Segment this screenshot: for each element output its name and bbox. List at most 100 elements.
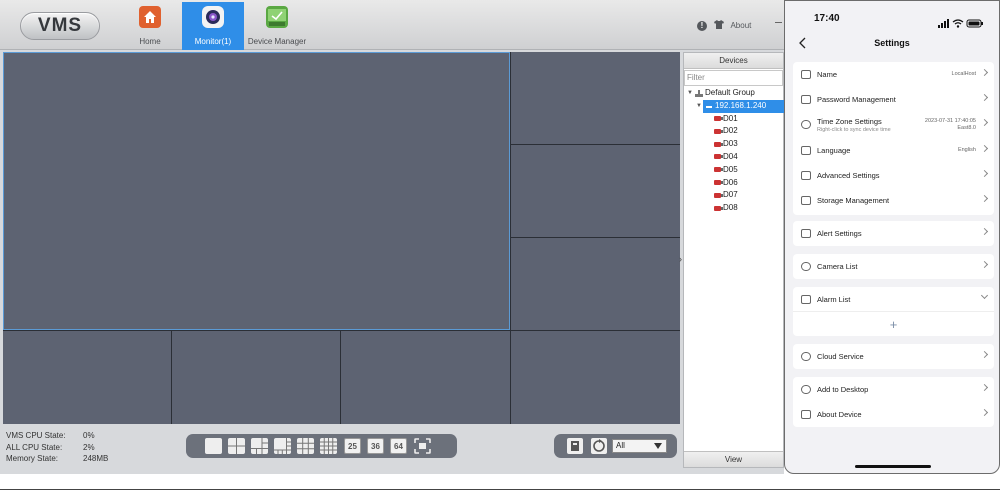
nav-home-label: Home <box>139 37 161 46</box>
home-icon <box>139 6 161 28</box>
video-tile[interactable] <box>3 331 171 424</box>
stat-row: VMS CPU State: 0% <box>6 431 95 440</box>
chevron-down-icon <box>980 291 989 300</box>
refresh-icon[interactable] <box>591 438 607 454</box>
nav-monitor-label: Monitor(1) <box>194 37 232 46</box>
tree-channel[interactable]: D08 <box>684 202 784 215</box>
chevron-right-icon <box>980 194 989 203</box>
video-tile[interactable] <box>511 145 680 237</box>
chevron-right-icon <box>980 383 989 392</box>
tree-channel[interactable]: D06 <box>684 177 784 190</box>
minimize-icon[interactable] <box>775 22 782 23</box>
tree-channel[interactable]: D02 <box>684 125 784 138</box>
layout-4-button[interactable] <box>228 438 245 454</box>
page-title: Settings <box>874 38 910 48</box>
setting-camera-list[interactable]: Camera List <box>793 254 994 279</box>
clock-icon <box>801 120 811 129</box>
screen: VMS Home Monitor(1) Device Manager ! Abo… <box>0 0 1000 493</box>
top-toolbar: VMS Home Monitor(1) Device Manager ! Abo… <box>0 0 784 50</box>
cloud-icon <box>801 352 811 361</box>
setting-alert[interactable]: Alert Settings <box>793 221 994 246</box>
setting-time-zone[interactable]: Time Zone Settings Right-click to sync d… <box>793 112 994 138</box>
wifi-icon <box>952 19 964 28</box>
edit-icon <box>801 70 811 79</box>
setting-alarm-list[interactable]: Alarm List <box>793 287 994 312</box>
vms-logo: VMS <box>20 12 100 40</box>
sliders-icon <box>801 171 811 180</box>
settings-card-general: Name LocalHost Password Management Time … <box>793 62 994 215</box>
layout-64-button[interactable]: 64 <box>390 438 407 454</box>
expand-icon[interactable]: ▼ <box>696 100 702 113</box>
video-tile-main[interactable] <box>3 52 510 330</box>
alert-image-icon <box>801 229 811 238</box>
shirt-icon <box>714 20 725 31</box>
chevron-right-icon <box>980 260 989 269</box>
desktop-add-icon <box>801 385 811 394</box>
camera-icon <box>714 192 723 198</box>
devices-panel-title: Devices <box>684 53 783 69</box>
nav-bar: Settings <box>785 31 999 55</box>
layout-8-button[interactable] <box>274 438 291 454</box>
video-tile[interactable] <box>511 52 680 144</box>
system-stats: VMS CPU State: 0% ALL CPU State: 2% Memory… <box>6 430 108 465</box>
tree-channel[interactable]: D04 <box>684 151 784 164</box>
expand-icon[interactable]: ▼ <box>687 87 693 100</box>
camera-icon <box>714 154 723 160</box>
tree-channel[interactable]: D05 <box>684 164 784 177</box>
setting-name[interactable]: Name LocalHost <box>793 62 994 87</box>
view-tab[interactable]: View <box>684 451 783 467</box>
video-tile[interactable] <box>511 331 680 424</box>
tree-channel[interactable]: D01 <box>684 113 784 126</box>
tree-channel[interactable]: D07 <box>684 189 784 202</box>
camera-icon <box>714 167 723 173</box>
device-tree: ▼ Default Group ▼ 192.168.1.240 D01 D02 … <box>684 87 784 215</box>
settings-card-device: Add to Desktop About Device <box>793 377 994 427</box>
setting-storage[interactable]: Storage Management <box>793 188 994 213</box>
layout-25-button[interactable]: 25 <box>344 438 361 454</box>
video-tile[interactable] <box>172 331 340 424</box>
device-filter-input[interactable]: Filter <box>684 70 783 86</box>
panel-expand-icon[interactable]: › <box>679 254 682 264</box>
setting-password-management[interactable]: Password Management <box>793 87 994 112</box>
setting-add-to-desktop[interactable]: Add to Desktop <box>793 377 994 402</box>
info-icon <box>801 410 811 419</box>
tree-group-default[interactable]: ▼ Default Group <box>684 87 784 100</box>
layout-9-button[interactable] <box>297 438 314 454</box>
tree-channel[interactable]: D03 <box>684 138 784 151</box>
battery-icon <box>966 19 983 28</box>
nav-monitor-button[interactable]: Monitor(1) <box>182 2 244 50</box>
chevron-right-icon <box>980 93 989 102</box>
settings-card-alert: Alert Settings <box>793 221 994 246</box>
nav-home-button[interactable]: Home <box>128 2 172 50</box>
video-tile[interactable] <box>511 238 680 330</box>
fullscreen-icon[interactable] <box>414 438 431 454</box>
layout-1-button[interactable] <box>205 438 222 454</box>
layout-36-button[interactable]: 36 <box>367 438 384 454</box>
stream-select[interactable]: All <box>612 439 667 453</box>
divider <box>0 489 1000 490</box>
nav-device-manager-button[interactable]: Device Manager <box>246 2 308 50</box>
setting-cloud-service[interactable]: Cloud Service <box>793 344 994 369</box>
signal-icon <box>938 19 949 28</box>
video-grid <box>3 52 680 424</box>
setting-language[interactable]: Language English <box>793 138 994 163</box>
setting-about-device[interactable]: About Device <box>793 402 994 427</box>
snapshot-icon[interactable] <box>567 438 583 454</box>
chevron-right-icon <box>980 68 989 77</box>
layout-6-button[interactable] <box>251 438 268 454</box>
chevron-right-icon <box>980 227 989 236</box>
video-tile[interactable] <box>341 331 510 424</box>
lock-icon <box>801 95 811 104</box>
nav-device-manager-label: Device Manager <box>247 37 307 46</box>
network-group-icon <box>695 89 703 98</box>
setting-advanced[interactable]: Advanced Settings <box>793 163 994 188</box>
status-bar: 17:40 <box>785 1 999 31</box>
home-indicator <box>855 465 931 468</box>
settings-card-camera: Camera List <box>793 254 994 279</box>
playback-controls: All <box>554 434 677 458</box>
about-button[interactable]: ! About <box>697 20 751 31</box>
tree-device-ip[interactable]: ▼ 192.168.1.240 <box>684 99 784 113</box>
layout-16-button[interactable] <box>320 438 337 454</box>
add-alarm-button[interactable]: + <box>793 311 994 336</box>
devices-panel: Devices Filter ▼ Default Group ▼ 192.168… <box>683 52 784 468</box>
